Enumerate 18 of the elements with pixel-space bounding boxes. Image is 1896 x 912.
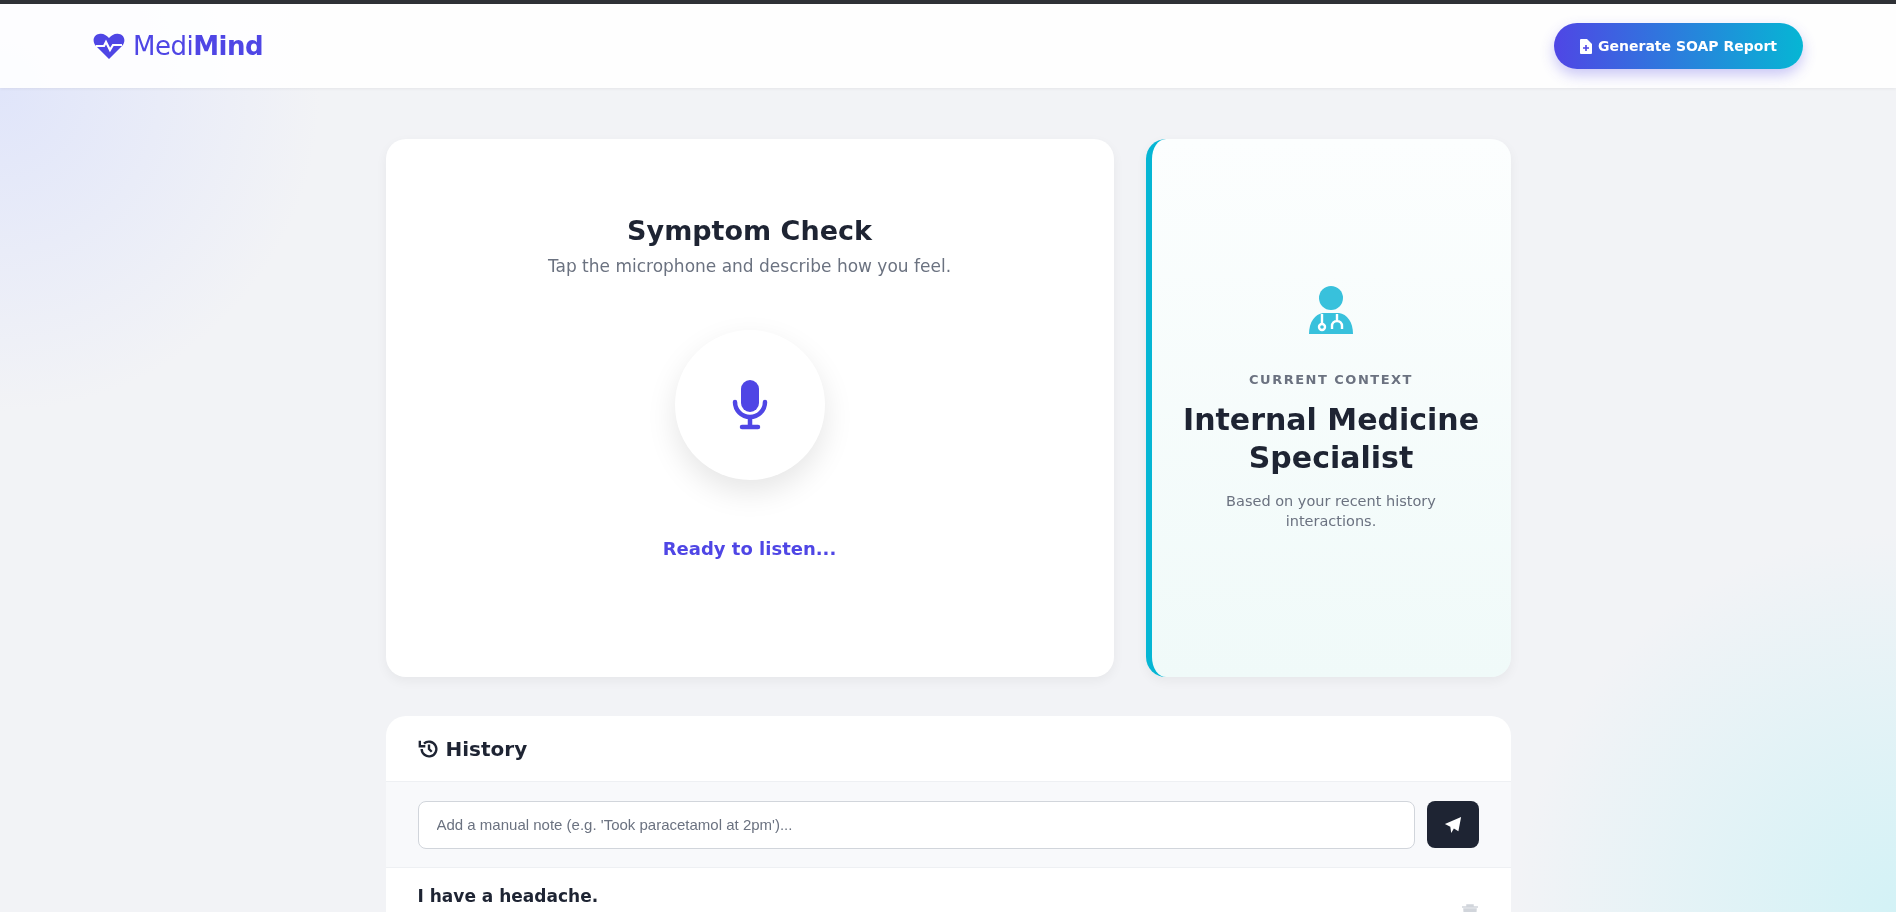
logo-text: MediMind	[133, 31, 264, 61]
history-entry-text: I have a headache.	[417, 886, 599, 908]
note-input-field[interactable]: Add a manual note (e.g. 'Took paracetamol at 2pm')...	[417, 800, 1415, 849]
context-label: CURRENT CONTEXT	[1249, 371, 1413, 387]
card-title: Symptom Check	[627, 215, 872, 246]
heart-pulse-icon	[93, 32, 125, 60]
listening-status: Ready to listen...	[662, 538, 837, 559]
send-icon	[1443, 815, 1462, 834]
history-title: History	[445, 736, 528, 761]
doctor-icon	[1309, 285, 1353, 336]
file-plus-icon	[1580, 38, 1593, 54]
send-button[interactable]	[1426, 801, 1479, 848]
microphone-icon	[731, 380, 768, 430]
history-icon	[417, 737, 440, 760]
card-subtitle: Tap the microphone and describe how you feel.	[547, 256, 952, 276]
context-note: Based on your recent history interactions.	[1225, 491, 1437, 531]
generate-report-button[interactable]: Generate SOAP Report	[1554, 23, 1803, 69]
context-title: Internal Medicine Specialist	[1181, 400, 1481, 477]
